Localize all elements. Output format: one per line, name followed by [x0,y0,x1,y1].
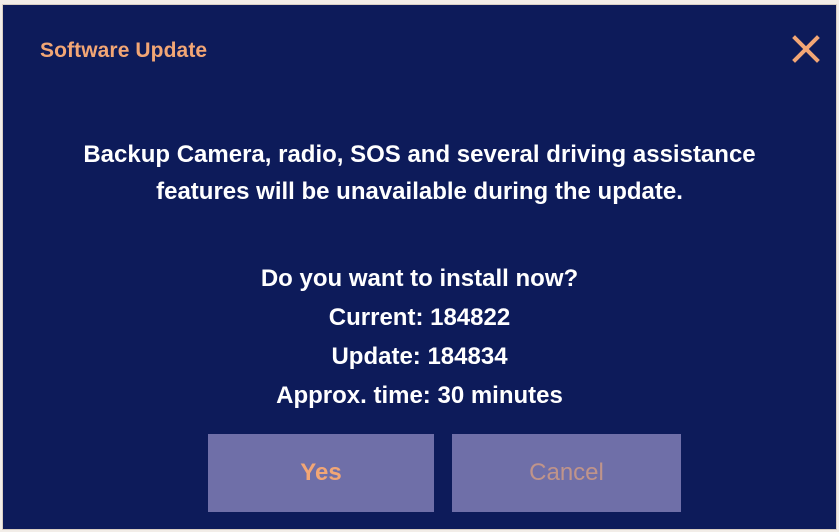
current-version: Current: 184822 [328,304,511,331]
close-icon [792,35,820,63]
message-line: features will be unavailable during the … [156,178,683,205]
cancel-button[interactable]: Cancel [452,434,681,512]
install-question: Do you want to install now? [260,265,579,292]
update-warning-message: Backup Camera, radio, SOS and several dr… [3,136,836,210]
approx-time: Approx. time: 30 minutes [276,382,563,409]
close-button[interactable] [790,33,822,65]
yes-button[interactable]: Yes [208,434,434,512]
update-details: Do you want to install now? Current: 184… [3,259,836,415]
software-update-dialog: Software Update Backup Camera, radio, SO… [2,4,837,530]
dialog-title: Software Update [40,39,208,62]
update-version: Update: 184834 [331,343,508,370]
message-line: Backup Camera, radio, SOS and several dr… [83,141,756,168]
